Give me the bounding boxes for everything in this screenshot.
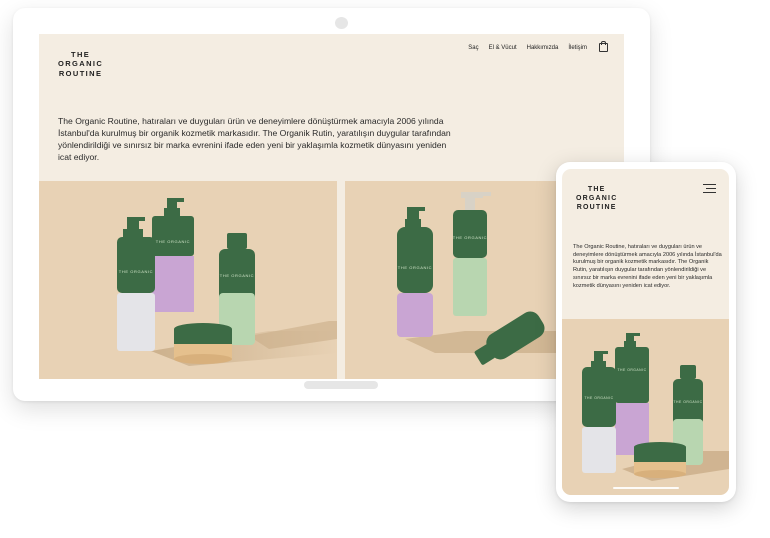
mobile-logo-line-2: ORGANIC <box>576 194 618 202</box>
desktop-stand-bar <box>304 381 378 389</box>
nav-item-el-vucut[interactable]: El & Vücut <box>489 45 517 51</box>
camera-icon <box>335 17 348 29</box>
mobile-intro-paragraph: The Organic Routine, hatıraları ve duygu… <box>573 243 722 290</box>
desktop-device-frame: THE ORGANIC ROUTINE Saç El & Vücut Hakkı… <box>13 8 650 401</box>
shopping-bag-icon[interactable] <box>599 41 608 52</box>
nav-item-iletisim[interactable]: İletişim <box>568 45 587 51</box>
svg-text:THE ORGANIC: THE ORGANIC <box>673 400 702 404</box>
svg-text:THE ORGANIC: THE ORGANIC <box>584 396 613 400</box>
desktop-screen: THE ORGANIC ROUTINE Saç El & Vücut Hakkı… <box>39 34 624 379</box>
product-photo-hand-care: THE ORGANIC THE ORGANIC THE ORGANIC <box>39 181 337 379</box>
mobile-home-indicator <box>613 486 679 489</box>
logo-line-2: ORGANIC <box>58 59 104 69</box>
nav-item-sac[interactable]: Saç <box>468 45 478 51</box>
mobile-screen: THE ORGANIC ROUTINE The Organic Routine,… <box>562 169 729 495</box>
svg-text:THE ORGANIC: THE ORGANIC <box>220 273 254 278</box>
mobile-logo-line-3: ROUTINE <box>576 203 617 211</box>
nav-item-hakkimizda[interactable]: Hakkımızda <box>527 45 559 51</box>
logo-line-1: THE <box>71 50 91 59</box>
mobile-brand-logo[interactable]: THE ORGANIC ROUTINE <box>576 186 617 212</box>
svg-text:THE ORGANIC: THE ORGANIC <box>617 368 646 372</box>
svg-text:THE ORGANIC: THE ORGANIC <box>398 265 432 270</box>
svg-text:THE ORGANIC: THE ORGANIC <box>453 235 487 240</box>
logo-line-3: ROUTINE <box>58 68 103 78</box>
intro-paragraph: The Organic Routine, hatıraları ve duygu… <box>58 115 451 163</box>
mobile-device-frame: THE ORGANIC ROUTINE The Organic Routine,… <box>556 162 736 502</box>
svg-text:THE ORGANIC: THE ORGANIC <box>156 239 190 244</box>
svg-text:THE ORGANIC: THE ORGANIC <box>119 269 153 274</box>
hamburger-menu-icon[interactable] <box>703 184 716 194</box>
main-navigation: Saç El & Vücut Hakkımızda İletişim <box>468 41 608 52</box>
brand-logo[interactable]: THE ORGANIC ROUTINE <box>58 50 103 78</box>
mobile-product-photo: THE ORGANIC THE ORGANIC THE ORGANIC <box>562 319 729 495</box>
mobile-logo-line-1: THE <box>587 186 606 193</box>
